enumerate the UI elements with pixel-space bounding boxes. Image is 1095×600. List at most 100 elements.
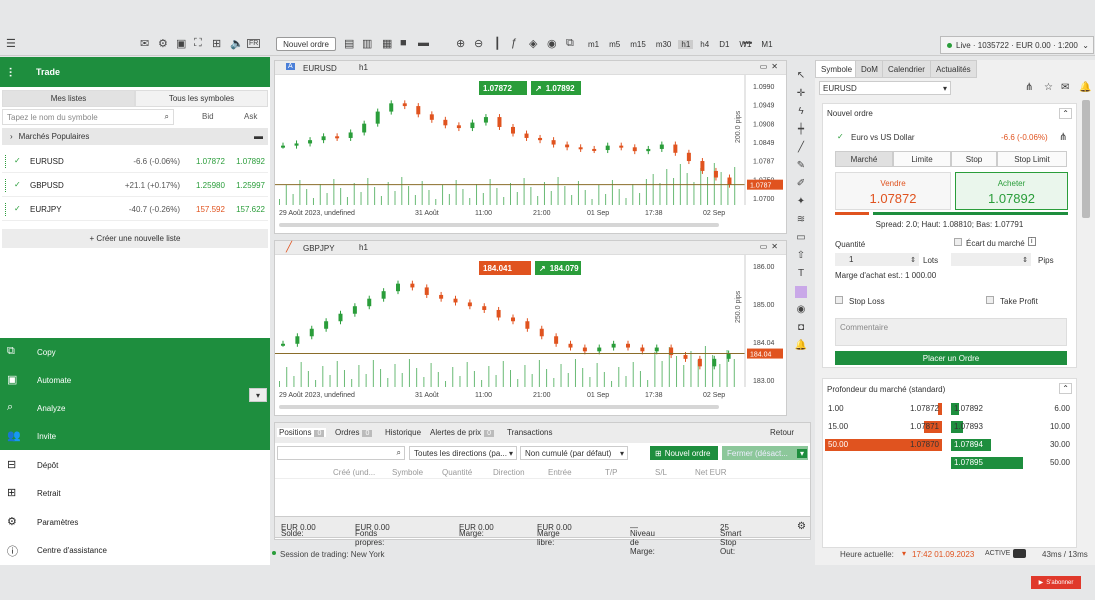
language-icon[interactable]: FR [247,39,261,48]
chart-type-icon[interactable]: A [286,63,295,70]
bell-icon[interactable]: 🔔 [1079,82,1091,93]
chevron-up-icon[interactable]: ⌃ [1059,383,1072,394]
chart-scrollbar[interactable] [279,223,719,227]
create-list-button[interactable]: + Créer une nouvelle liste [2,229,268,248]
close-all-button[interactable]: Fermer (désact... ▾ [722,446,808,460]
chart-eurusd[interactable]: A EURUSD h1 ▭✕ 1.0990 1.0949 1.0908 1.0849 1… [274,60,787,234]
tab-calendar[interactable]: Calendrier [882,60,931,78]
camera-icon[interactable]: ◘ [791,322,811,340]
chart-buy-button[interactable]: ↗ 1.07892 [531,81,581,95]
check-icon[interactable]: ✓ [14,156,21,165]
tab-positions[interactable]: Positions 0 [277,428,327,437]
direction-filter-select[interactable]: Toutes les directions (pa... ▾ [409,446,517,460]
chart-new-icon[interactable]: ▤ [344,37,354,50]
nav-analyze[interactable]: ⌕ Analyze [0,394,270,422]
chart-timeframe[interactable]: h1 [359,243,368,252]
nav-deposit[interactable]: ⊟ Dépôt [0,451,270,479]
eye-icon[interactable]: ◉ [547,37,557,50]
stepper-icon[interactable]: ⇕ [1022,256,1028,264]
account-selector[interactable]: Live · 1035722 · EUR 0.00 · 1:200 ⌄ [940,36,1094,54]
screenshot-icon[interactable]: ⧉ [566,37,574,50]
new-order-button[interactable]: Nouvel ordre [276,37,336,51]
symbol-row[interactable]: ✓ EURUSD -6.6 (-0.06%) 1.07872 1.07892 [2,151,268,173]
nav-help-center[interactable]: ⓘ Centre d'assistance [0,536,270,564]
collapse-nav-button[interactable]: ▾ [249,388,267,402]
tab-orders[interactable]: Ordres 0 [335,428,373,437]
chart-scrollbar[interactable] [279,405,719,409]
chart-sell-button[interactable]: 1.07872 [479,81,527,95]
check-icon[interactable]: ✓ [14,180,21,189]
split-layout-icon[interactable]: ▬ [418,37,429,49]
timeframe-M1[interactable]: M1 [758,40,775,49]
new-order-button[interactable]: ⊞ Nouvel ordre [650,446,718,460]
timeframe-h1[interactable]: h1 [678,39,694,49]
back-button[interactable]: Retour [770,428,794,437]
nav-copy[interactable]: ⧉ Copy [0,338,270,366]
active-toggle[interactable] [1013,549,1026,558]
tab-my-lists[interactable]: Mes listes [2,90,135,107]
comment-input[interactable]: Commentaire [835,318,1067,346]
arrow-icon[interactable]: ⇧ [791,250,811,268]
text-icon[interactable]: T [791,268,811,286]
star-icon[interactable]: ☆ [1044,82,1053,93]
chart-canvas[interactable]: 186.00 185.00 184.04 183.00 184.04 250.0 pips… [275,255,786,415]
chart-window-controls[interactable]: ▭✕ [760,62,782,71]
share-icon[interactable]: ⋔ [1025,82,1033,93]
pencil-icon[interactable]: ✎ [791,160,811,178]
order-type-market[interactable]: Marché [835,151,893,167]
layers-icon[interactable]: ◈ [529,37,537,50]
more-timeframes-icon[interactable]: ••• [743,38,752,48]
nav-withdraw[interactable]: ⊞ Retrait [0,479,270,507]
pin-icon[interactable]: ✦ [791,196,811,214]
rectangle-icon[interactable]: ▭ [791,232,811,250]
tab-all-symbols[interactable]: Tous les symboles [135,90,268,107]
chart-gbpjpy[interactable]: ╱ GBPJPY h1 ▭✕ 186.00 185.00 184.04 183.00 1… [274,240,787,416]
list-menu-icon[interactable]: ▬ [254,131,263,141]
tab-history[interactable]: Historique [385,428,421,437]
positions-search-input[interactable]: ⌕ [277,446,405,460]
chart-canvas[interactable]: 1.09901.09491.09081.08491.07871.07501.07… [275,75,786,233]
eye-icon[interactable]: ◉ [791,304,811,322]
sound-icon[interactable]: 🔈 [230,37,244,50]
tab-transactions[interactable]: Transactions [507,428,553,437]
chart-window-icon[interactable]: ▥ [362,37,372,50]
zoom-in-icon[interactable]: ⊕ [456,37,465,50]
order-type-limit[interactable]: Limite [893,151,951,167]
horizontal-line-icon[interactable]: ┿ [791,124,811,142]
layout-icon[interactable]: ⊞ [212,37,221,50]
scrollbar[interactable] [1082,100,1090,218]
zoom-out-icon[interactable]: ⊖ [474,37,483,50]
mail-icon[interactable]: ✉ [140,37,149,50]
quantity-input[interactable]: 1 ⇕ [835,253,919,266]
place-order-button[interactable]: Placer un Ordre [835,351,1067,365]
deviation-input[interactable]: ⇕ [951,253,1031,266]
nav-automate[interactable]: ▣ Automate [0,366,270,394]
single-layout-icon[interactable]: ■ [400,37,407,49]
chart-buy-button[interactable]: ↗ 184.079 [535,261,581,275]
symbol-row[interactable]: ✓ GBPUSD +21.1 (+0.17%) 1.25980 1.25997 [2,175,268,197]
order-type-stop[interactable]: Stop [951,151,997,167]
trendline-icon[interactable]: ╱ [791,142,811,160]
color-swatch-icon[interactable] [791,286,811,304]
draw-line-icon[interactable]: ╱ [286,242,292,253]
channel-icon[interactable]: ≋ [791,214,811,232]
mail-icon[interactable]: ✉ [1061,82,1069,93]
info-icon[interactable]: i [1028,237,1036,246]
stepper-icon[interactable]: ⇕ [910,256,916,264]
buy-button[interactable]: Acheter 1.07892 [955,172,1068,210]
timeframe-m5[interactable]: m5 [606,40,623,49]
search-icon[interactable]: ⌕ [165,112,169,122]
sell-button[interactable]: Vendre 1.07872 [835,172,951,210]
stop-loss-checkbox[interactable] [835,296,843,304]
symbol-search-input[interactable]: Tapez le nom du symbole ⌕ [2,109,174,125]
chart-window-controls[interactable]: ▭✕ [760,242,782,251]
bell-icon[interactable]: 🔔 [791,340,811,358]
grid-layout-icon[interactable]: ▦ [382,37,392,50]
chevron-up-icon[interactable]: ⌃ [1059,108,1072,119]
timeframe-m1[interactable]: m1 [585,40,602,49]
check-icon[interactable]: ✓ [14,204,21,213]
deviation-checkbox[interactable] [954,238,962,246]
fullscreen-icon[interactable]: ⛶ [194,37,202,50]
timeframe-h4[interactable]: h4 [697,40,712,49]
tab-news[interactable]: Actualités [930,60,977,78]
